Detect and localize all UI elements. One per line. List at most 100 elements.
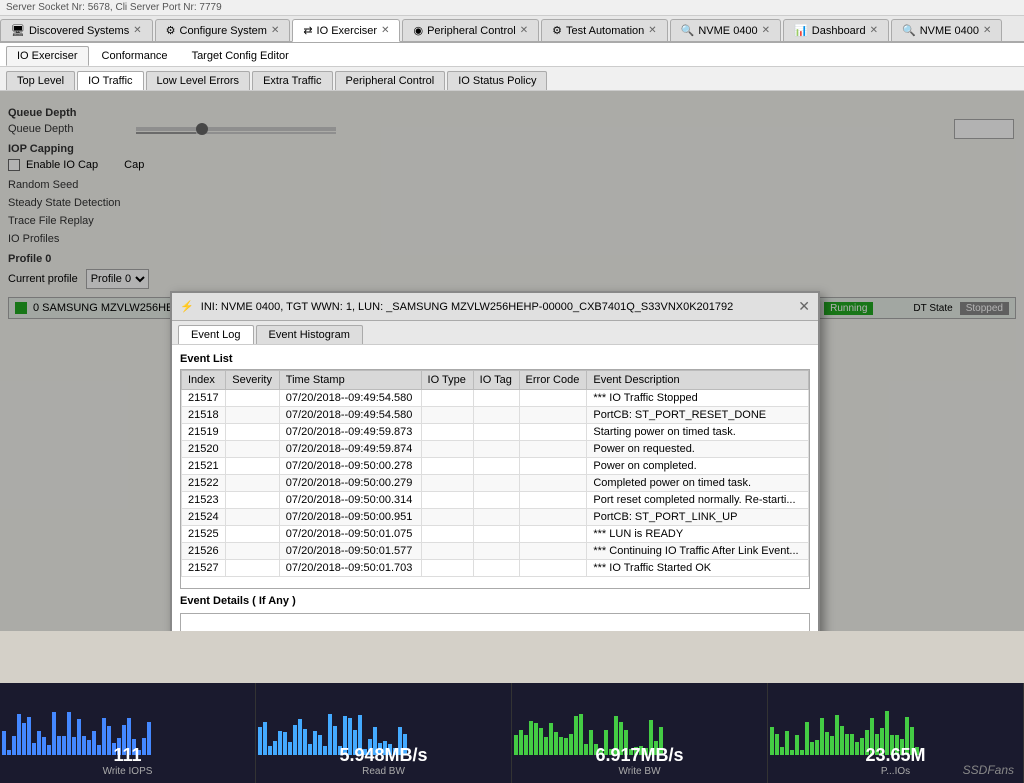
io-subtab-io-status-policy[interactable]: IO Status Policy xyxy=(447,71,547,90)
subtab-io-exerciser[interactable]: IO Exerciser xyxy=(6,46,89,66)
chart-bar xyxy=(323,746,327,755)
close-icon[interactable]: ✕ xyxy=(762,25,770,36)
chart-bar xyxy=(539,728,543,755)
tab-test-automation[interactable]: ⚙ Test Automation ✕ xyxy=(541,19,668,41)
table-row[interactable]: 2152107/20/2018--09:50:00.278Power on co… xyxy=(182,458,809,475)
chart-bar xyxy=(273,741,277,755)
table-row[interactable]: 2152407/20/2018--09:50:00.951PortCB: ST_… xyxy=(182,509,809,526)
chart-bar xyxy=(57,736,61,755)
pios-number: 23.65M xyxy=(865,745,925,766)
chart-bar xyxy=(107,726,111,755)
chart-bar xyxy=(7,750,11,755)
chart-bar xyxy=(22,723,26,755)
tab-nvme-b[interactable]: 🔍 NVME 0400 ✕ xyxy=(891,19,1002,41)
table-row[interactable]: 2152307/20/2018--09:50:00.314Port reset … xyxy=(182,492,809,509)
chart-bar xyxy=(27,717,31,755)
close-icon[interactable]: ✕ xyxy=(983,25,991,36)
close-icon[interactable]: ✕ xyxy=(133,25,141,36)
chart-bar xyxy=(534,723,538,755)
event-details-label: Event Details ( If Any ) xyxy=(180,595,810,607)
chart-bar xyxy=(268,746,272,755)
close-icon[interactable]: ✕ xyxy=(648,25,656,36)
chart-bar xyxy=(524,735,528,755)
chart-bar xyxy=(775,734,779,755)
tab-io-exerciser[interactable]: ⇄ IO Exerciser ✕ xyxy=(292,19,400,42)
col-io-tag: IO Tag xyxy=(473,371,519,390)
chart-bar xyxy=(42,737,46,755)
table-row[interactable]: 2151707/20/2018--09:49:54.580*** IO Traf… xyxy=(182,390,809,407)
chart-bar xyxy=(283,732,287,755)
col-severity: Severity xyxy=(226,371,280,390)
chart-bar xyxy=(825,732,829,755)
tab-peripheral[interactable]: ◉ Peripheral Control ✕ xyxy=(402,19,539,41)
col-error-code: Error Code xyxy=(519,371,587,390)
event-list-header: Event List xyxy=(180,353,810,365)
io-subtab-io-traffic[interactable]: IO Traffic xyxy=(77,71,143,90)
col-io-type: IO Type xyxy=(421,371,473,390)
chart-bar xyxy=(544,737,548,755)
chart-bar xyxy=(795,735,799,755)
chart-bar xyxy=(92,731,96,755)
chart-bar xyxy=(845,734,849,755)
chart-bar xyxy=(147,722,151,755)
io-subtab-extra-traffic[interactable]: Extra Traffic xyxy=(252,71,332,90)
table-row[interactable]: 2151907/20/2018--09:49:59.873Starting po… xyxy=(182,424,809,441)
chart-bar xyxy=(549,723,553,755)
gear-icon: ⚙ xyxy=(552,24,562,37)
chart-bar xyxy=(785,731,789,755)
table-row[interactable]: 2151807/20/2018--09:49:54.580PortCB: ST_… xyxy=(182,407,809,424)
bottom-stats-bar: 111 Write IOPS 5.948MB/s Read BW 6.917MB… xyxy=(0,683,1024,783)
table-row[interactable]: 2152007/20/2018--09:49:59.874Power on re… xyxy=(182,441,809,458)
io-subtab-peripheral-control[interactable]: Peripheral Control xyxy=(335,71,446,90)
chart-bar xyxy=(770,727,774,755)
stat-write-bw: 6.917MB/s Write BW xyxy=(512,683,768,783)
watermark: SSDFans xyxy=(963,763,1014,777)
monitor-icon: 🖥 xyxy=(11,24,25,37)
io-subtab-top-level[interactable]: Top Level xyxy=(6,71,75,90)
close-icon[interactable]: ✕ xyxy=(870,25,878,36)
event-table-container[interactable]: Index Severity Time Stamp IO Type IO Tag… xyxy=(180,369,810,589)
main-tab-bar: 🖥 Discovered Systems ✕ ⚙ Configure Syste… xyxy=(0,16,1024,43)
subtab-conformance[interactable]: Conformance xyxy=(91,46,179,66)
chart-bar xyxy=(780,747,784,755)
close-icon[interactable]: ✕ xyxy=(271,25,279,36)
chart-bar xyxy=(514,735,518,755)
io-subtab-low-level[interactable]: Low Level Errors xyxy=(146,71,251,90)
table-row[interactable]: 2152507/20/2018--09:50:01.075*** LUN is … xyxy=(182,526,809,543)
write-iops-number: 111 xyxy=(113,745,141,766)
chart-bar xyxy=(298,719,302,755)
table-row[interactable]: 2152207/20/2018--09:50:00.279Completed p… xyxy=(182,475,809,492)
tab-discovered[interactable]: 🖥 Discovered Systems ✕ xyxy=(0,19,153,41)
chart-bar xyxy=(855,742,859,755)
col-timestamp: Time Stamp xyxy=(279,371,421,390)
modal-tab-event-histogram[interactable]: Event Histogram xyxy=(256,325,363,344)
chart-bar xyxy=(810,742,814,755)
chart-bar xyxy=(574,716,578,755)
search-icon: 🔍 xyxy=(681,24,695,37)
col-index: Index xyxy=(182,371,226,390)
tab-configure[interactable]: ⚙ Configure System ✕ xyxy=(155,19,291,41)
chart-bar xyxy=(32,743,36,755)
modal-tab-event-log[interactable]: Event Log xyxy=(178,325,254,344)
table-row[interactable]: 2152607/20/2018--09:50:01.577*** Continu… xyxy=(182,543,809,560)
chart-bar xyxy=(830,736,834,755)
tab-dashboard[interactable]: 📊 Dashboard ✕ xyxy=(783,19,889,41)
read-bw-number: 5.948MB/s xyxy=(339,745,427,766)
subtab-target-config[interactable]: Target Config Editor xyxy=(181,46,300,66)
pios-label: P...IOs xyxy=(881,766,910,777)
chart-bar xyxy=(263,722,267,755)
close-icon[interactable]: ✕ xyxy=(381,25,389,36)
chart-bar xyxy=(569,734,573,755)
chart-bar xyxy=(52,712,56,755)
table-row[interactable]: 2152707/20/2018--09:50:01.703*** IO Traf… xyxy=(182,560,809,577)
modal-close-button[interactable]: ✕ xyxy=(798,298,810,315)
chart-icon: 📊 xyxy=(794,24,808,37)
chart-bar xyxy=(308,744,312,755)
write-bw-label: Write BW xyxy=(618,766,660,777)
tab-nvme-a[interactable]: 🔍 NVME 0400 ✕ xyxy=(670,19,781,41)
chart-bar xyxy=(102,718,106,755)
chart-bar xyxy=(579,714,583,755)
close-icon[interactable]: ✕ xyxy=(520,25,528,36)
event-table: Index Severity Time Stamp IO Type IO Tag… xyxy=(181,370,809,577)
chart-bar xyxy=(318,735,322,755)
